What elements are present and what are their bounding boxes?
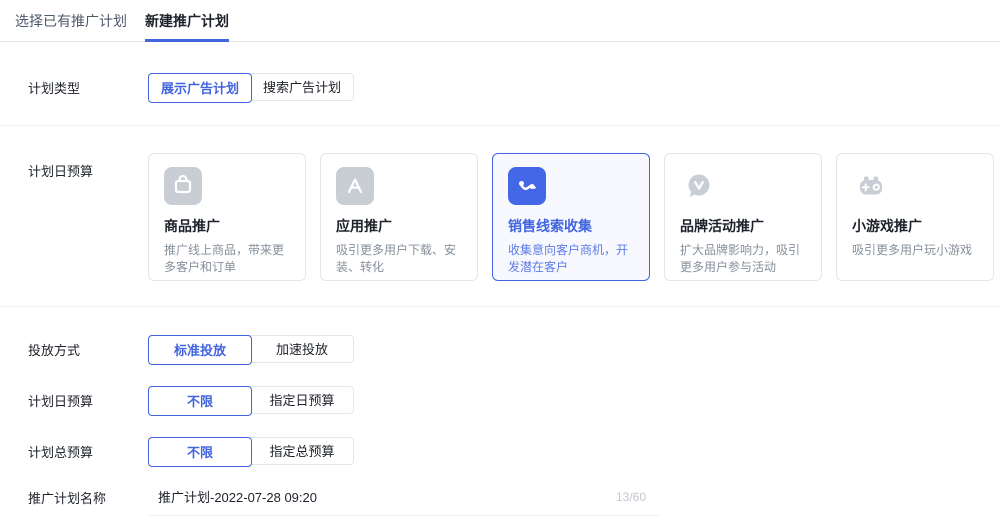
card-title: 小游戏推广 xyxy=(852,218,922,234)
plan-name-counter: 13/60 xyxy=(615,489,646,504)
plan-name-row: 推广计划名称 13/60 xyxy=(28,478,1000,516)
objective-row: 计划日预算 商品推广 推广线上商品，带来更多客户和订单 应用推广 吸引更多用户下… xyxy=(28,153,1000,281)
card-title: 应用推广 xyxy=(336,218,392,234)
daily-budget-option-unlimited[interactable]: 不限 xyxy=(148,386,252,416)
card-desc: 吸引更多用户玩小游戏 xyxy=(852,243,973,257)
delivery-option-accelerated[interactable]: 加速投放 xyxy=(251,336,353,364)
plan-name-label: 推广计划名称 xyxy=(28,490,107,506)
objective-card-minigame[interactable]: 小游戏推广 吸引更多用户玩小游戏 xyxy=(836,153,994,281)
gamepad-icon xyxy=(860,176,882,195)
daily-budget-label: 计划日预算 xyxy=(28,393,94,409)
delivery-option-standard[interactable]: 标准投放 xyxy=(148,335,252,365)
objective-card-product[interactable]: 商品推广 推广线上商品，带来更多客户和订单 xyxy=(148,153,306,281)
card-desc: 吸引更多用户下载、安装、转化 xyxy=(336,243,457,274)
plan-type-row: 计划类型 展示广告计划 搜索广告计划 xyxy=(28,73,1000,103)
delivery-mode-row: 投放方式 标准投放 加速投放 xyxy=(28,335,1000,365)
tab-bar: 选择已有推广计划 新建推广计划 xyxy=(0,0,1000,42)
delivery-mode-label: 投放方式 xyxy=(28,342,81,358)
objective-card-brand[interactable]: 品牌活动推广 扩大品牌影响力，吸引更多用户参与活动 xyxy=(664,153,822,281)
chat-bubble-v-icon xyxy=(688,174,710,197)
total-budget-row: 计划总预算 不限 指定总预算 xyxy=(28,437,1000,467)
total-budget-segmented: 不限 指定总预算 xyxy=(148,437,354,467)
objective-cards: 商品推广 推广线上商品，带来更多客户和订单 应用推广 吸引更多用户下载、安装、转… xyxy=(148,153,994,281)
daily-budget-segmented: 不限 指定日预算 xyxy=(148,386,354,416)
card-title: 商品推广 xyxy=(164,218,220,234)
card-title: 品牌活动推广 xyxy=(680,218,764,234)
objective-card-app[interactable]: 应用推广 吸引更多用户下载、安装、转化 xyxy=(320,153,478,281)
plan-type-option-display[interactable]: 展示广告计划 xyxy=(148,73,252,103)
total-budget-label: 计划总预算 xyxy=(28,444,94,460)
tab-new-plan[interactable]: 新建推广计划 xyxy=(145,0,229,42)
app-store-icon xyxy=(336,167,374,205)
card-desc: 收集意向客户商机，开发潜在客户 xyxy=(508,243,629,274)
objective-label: 计划日预算 xyxy=(28,164,94,179)
card-desc: 扩大品牌影响力，吸引更多用户参与活动 xyxy=(680,243,801,274)
total-budget-option-unlimited[interactable]: 不限 xyxy=(148,437,252,467)
plan-type-option-search[interactable]: 搜索广告计划 xyxy=(251,74,353,102)
card-desc: 推广线上商品，带来更多客户和订单 xyxy=(164,243,285,274)
tab-select-existing-plan[interactable]: 选择已有推广计划 xyxy=(15,0,127,42)
plan-type-label: 计划类型 xyxy=(28,80,81,96)
shopping-bag-icon xyxy=(164,167,202,205)
plan-name-input[interactable] xyxy=(148,478,616,515)
daily-budget-row: 计划日预算 不限 指定日预算 xyxy=(28,386,1000,416)
total-budget-option-specified[interactable]: 指定总预算 xyxy=(251,438,353,466)
objective-card-leads[interactable]: 销售线索收集 收集意向客户商机，开发潜在客户 xyxy=(492,153,650,281)
delivery-mode-segmented: 标准投放 加速投放 xyxy=(148,335,354,365)
trend-line-icon xyxy=(508,167,546,205)
daily-budget-option-specified[interactable]: 指定日预算 xyxy=(251,387,353,415)
card-title: 销售线索收集 xyxy=(508,218,592,234)
plan-type-segmented: 展示广告计划 搜索广告计划 xyxy=(148,73,354,103)
plan-name-field-wrap: 13/60 xyxy=(148,478,660,516)
